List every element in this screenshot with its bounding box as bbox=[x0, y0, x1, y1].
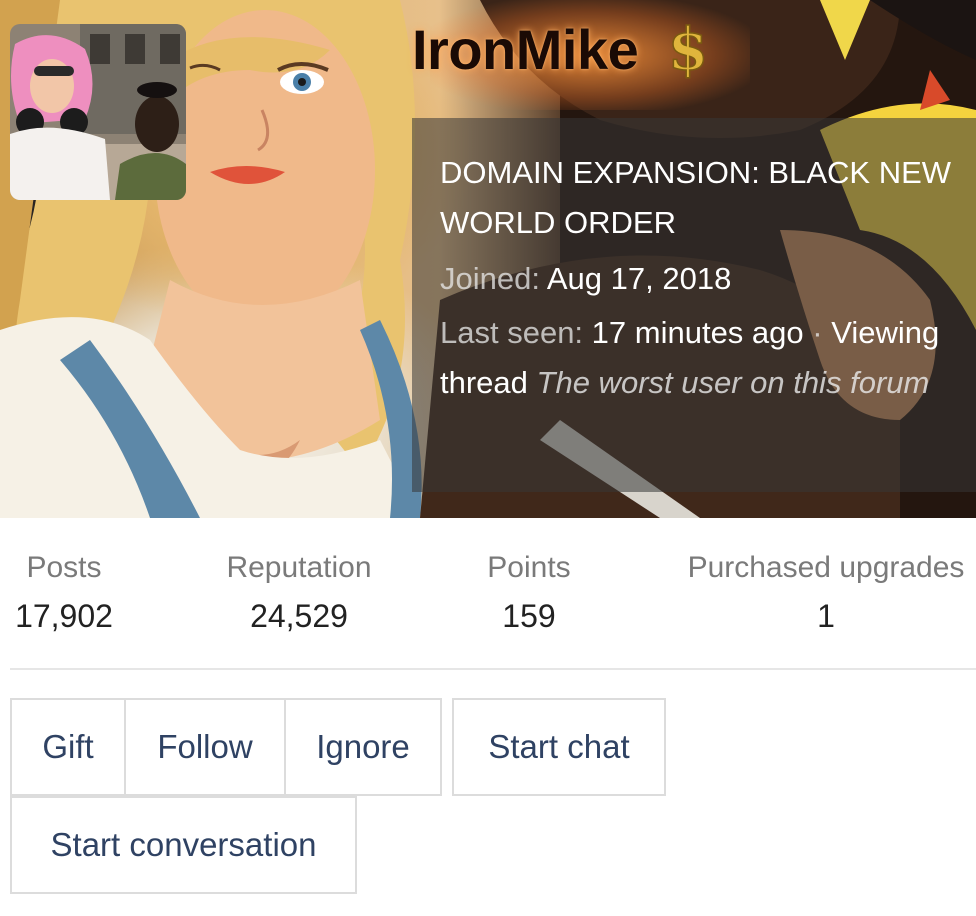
thread-link[interactable]: The worst user on this forum bbox=[537, 365, 930, 400]
avatar-image bbox=[10, 24, 186, 200]
joined-label: Joined: bbox=[440, 261, 540, 296]
profile-stats: Posts 17,902 Reputation 24,529 Points 15… bbox=[10, 548, 976, 640]
profile-info-panel: DOMAIN EXPANSION: BLACK NEW WORLD ORDER … bbox=[412, 118, 976, 492]
stat-value: 159 bbox=[502, 598, 556, 634]
svg-text:$: $ bbox=[668, 17, 708, 81]
last-seen-label: Last seen: bbox=[440, 315, 584, 350]
stat-label: Reputation bbox=[226, 551, 372, 584]
profile-banner: IronMike $ DOMAIN EXPANSION: BLACK NEW W… bbox=[0, 0, 976, 518]
stat-label: Purchased upgrades bbox=[687, 551, 965, 584]
gift-button[interactable]: Gift bbox=[10, 698, 126, 796]
last-seen-row: Last seen: 17 minutes ago · Viewing thre… bbox=[440, 308, 956, 408]
follow-button[interactable]: Follow bbox=[124, 698, 286, 796]
stat-value: 24,529 bbox=[250, 598, 348, 634]
stat-label: Posts bbox=[26, 551, 102, 584]
stat-posts[interactable]: Posts 17,902 bbox=[10, 548, 118, 638]
last-seen-value: 17 minutes ago bbox=[591, 315, 804, 350]
user-title: DOMAIN EXPANSION: BLACK NEW WORLD ORDER bbox=[440, 155, 952, 240]
stat-value: 1 bbox=[817, 598, 835, 634]
joined-date: Aug 17, 2018 bbox=[546, 261, 732, 296]
username-row: IronMike $ bbox=[412, 14, 712, 84]
stat-purchased-upgrades[interactable]: Purchased upgrades 1 bbox=[676, 548, 976, 638]
ignore-button[interactable]: Ignore bbox=[284, 698, 442, 796]
avatar[interactable] bbox=[10, 24, 186, 200]
stat-label: Points bbox=[487, 551, 571, 584]
start-chat-button[interactable]: Start chat bbox=[452, 698, 666, 796]
dollar-sign-icon: $ bbox=[667, 17, 709, 81]
stat-points[interactable]: Points 159 bbox=[474, 548, 584, 638]
stat-reputation[interactable]: Reputation 24,529 bbox=[210, 548, 388, 638]
stat-value: 17,902 bbox=[15, 598, 113, 634]
separator: · bbox=[812, 315, 823, 350]
username[interactable]: IronMike bbox=[412, 17, 639, 82]
stats-divider bbox=[10, 668, 976, 670]
start-conversation-button[interactable]: Start conversation bbox=[10, 796, 357, 894]
joined-row: Joined: Aug 17, 2018 bbox=[440, 254, 956, 304]
